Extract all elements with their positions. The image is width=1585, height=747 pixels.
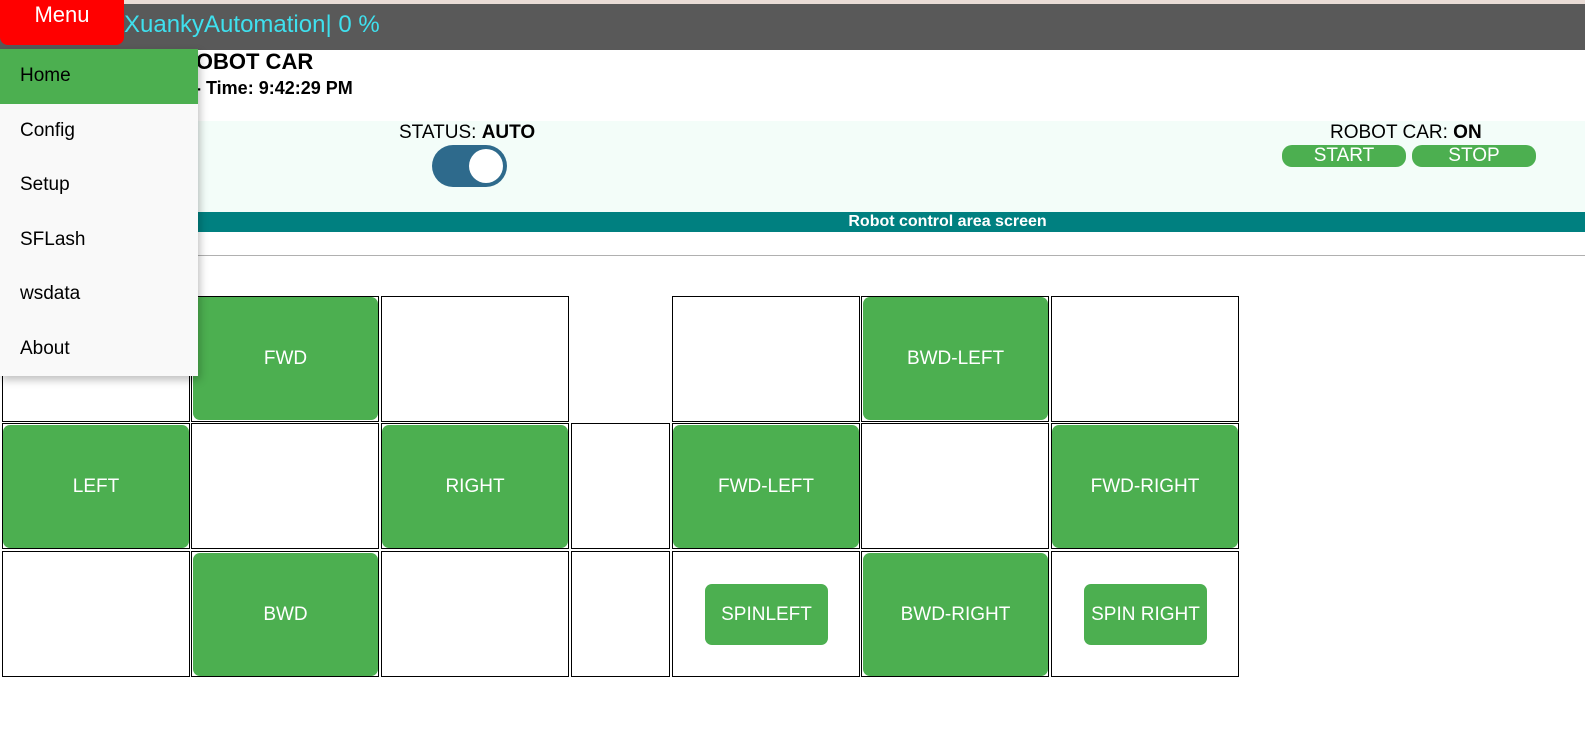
app-title: XuankyAutomation| 0 % — [124, 11, 380, 38]
empty-cell — [861, 423, 1049, 549]
stop-button[interactable]: STOP — [1412, 145, 1536, 167]
control-area-banner: Robot control area screen — [0, 212, 1585, 232]
left-button[interactable]: LEFT — [3, 425, 189, 548]
menu-item-about[interactable]: About — [0, 322, 198, 377]
status-label-text: STATUS: — [399, 122, 482, 143]
fwd-button[interactable]: FWD — [193, 297, 378, 420]
empty-cell — [2, 551, 190, 677]
menu-item-config[interactable]: Config — [0, 104, 198, 159]
status-value: AUTO — [481, 122, 536, 143]
fwd-right-button[interactable]: FWD-RIGHT — [1052, 425, 1238, 548]
divider — [0, 255, 1585, 256]
page-title: ROBOT CAR — [180, 49, 314, 74]
bwd-right-button[interactable]: BWD-RIGHT — [863, 553, 1048, 676]
robot-car-state: ON — [1453, 122, 1482, 143]
menu-button[interactable]: Menu — [0, 0, 124, 45]
control-panel: STATUS: AUTO ROBOT CAR: ON START STOP — [0, 121, 1585, 212]
start-button[interactable]: START — [1282, 145, 1406, 167]
bwd-left-button[interactable]: BWD-LEFT — [863, 297, 1048, 420]
robot-car-label: ROBOT CAR: ON — [1330, 122, 1482, 144]
spin-left-button[interactable]: SPINLEFT — [705, 584, 828, 645]
robot-car-label-text: ROBOT CAR: — [1330, 122, 1454, 143]
app-root: XuankyAutomation| 0 % ROBOT CAR 4 - Time… — [0, 0, 1585, 747]
empty-cell — [191, 423, 379, 549]
fwd-left-button[interactable]: FWD-LEFT — [673, 425, 859, 548]
empty-cell — [571, 551, 670, 677]
menu-item-sflash[interactable]: SFLash — [0, 213, 198, 268]
empty-cell — [381, 296, 569, 422]
empty-cell — [1051, 296, 1239, 422]
toggle-knob — [469, 149, 503, 183]
side-menu: Home Config Setup SFLash wsdata About — [0, 49, 198, 376]
navbar: XuankyAutomation| 0 % — [0, 4, 1585, 50]
date-time-readout: 4 - Time: 9:42:29 PM — [180, 78, 353, 98]
menu-item-home[interactable]: Home — [0, 49, 198, 104]
menu-item-setup[interactable]: Setup — [0, 158, 198, 213]
status-label: STATUS: AUTO — [399, 122, 535, 144]
bwd-button[interactable]: BWD — [193, 553, 378, 676]
auto-toggle-switch[interactable] — [432, 145, 507, 187]
right-button[interactable]: RIGHT — [382, 425, 568, 548]
menu-item-wsdata[interactable]: wsdata — [0, 267, 198, 322]
empty-cell — [672, 296, 860, 422]
empty-cell — [381, 551, 569, 677]
spin-right-button[interactable]: SPIN RIGHT — [1084, 584, 1207, 645]
empty-cell — [571, 423, 670, 549]
